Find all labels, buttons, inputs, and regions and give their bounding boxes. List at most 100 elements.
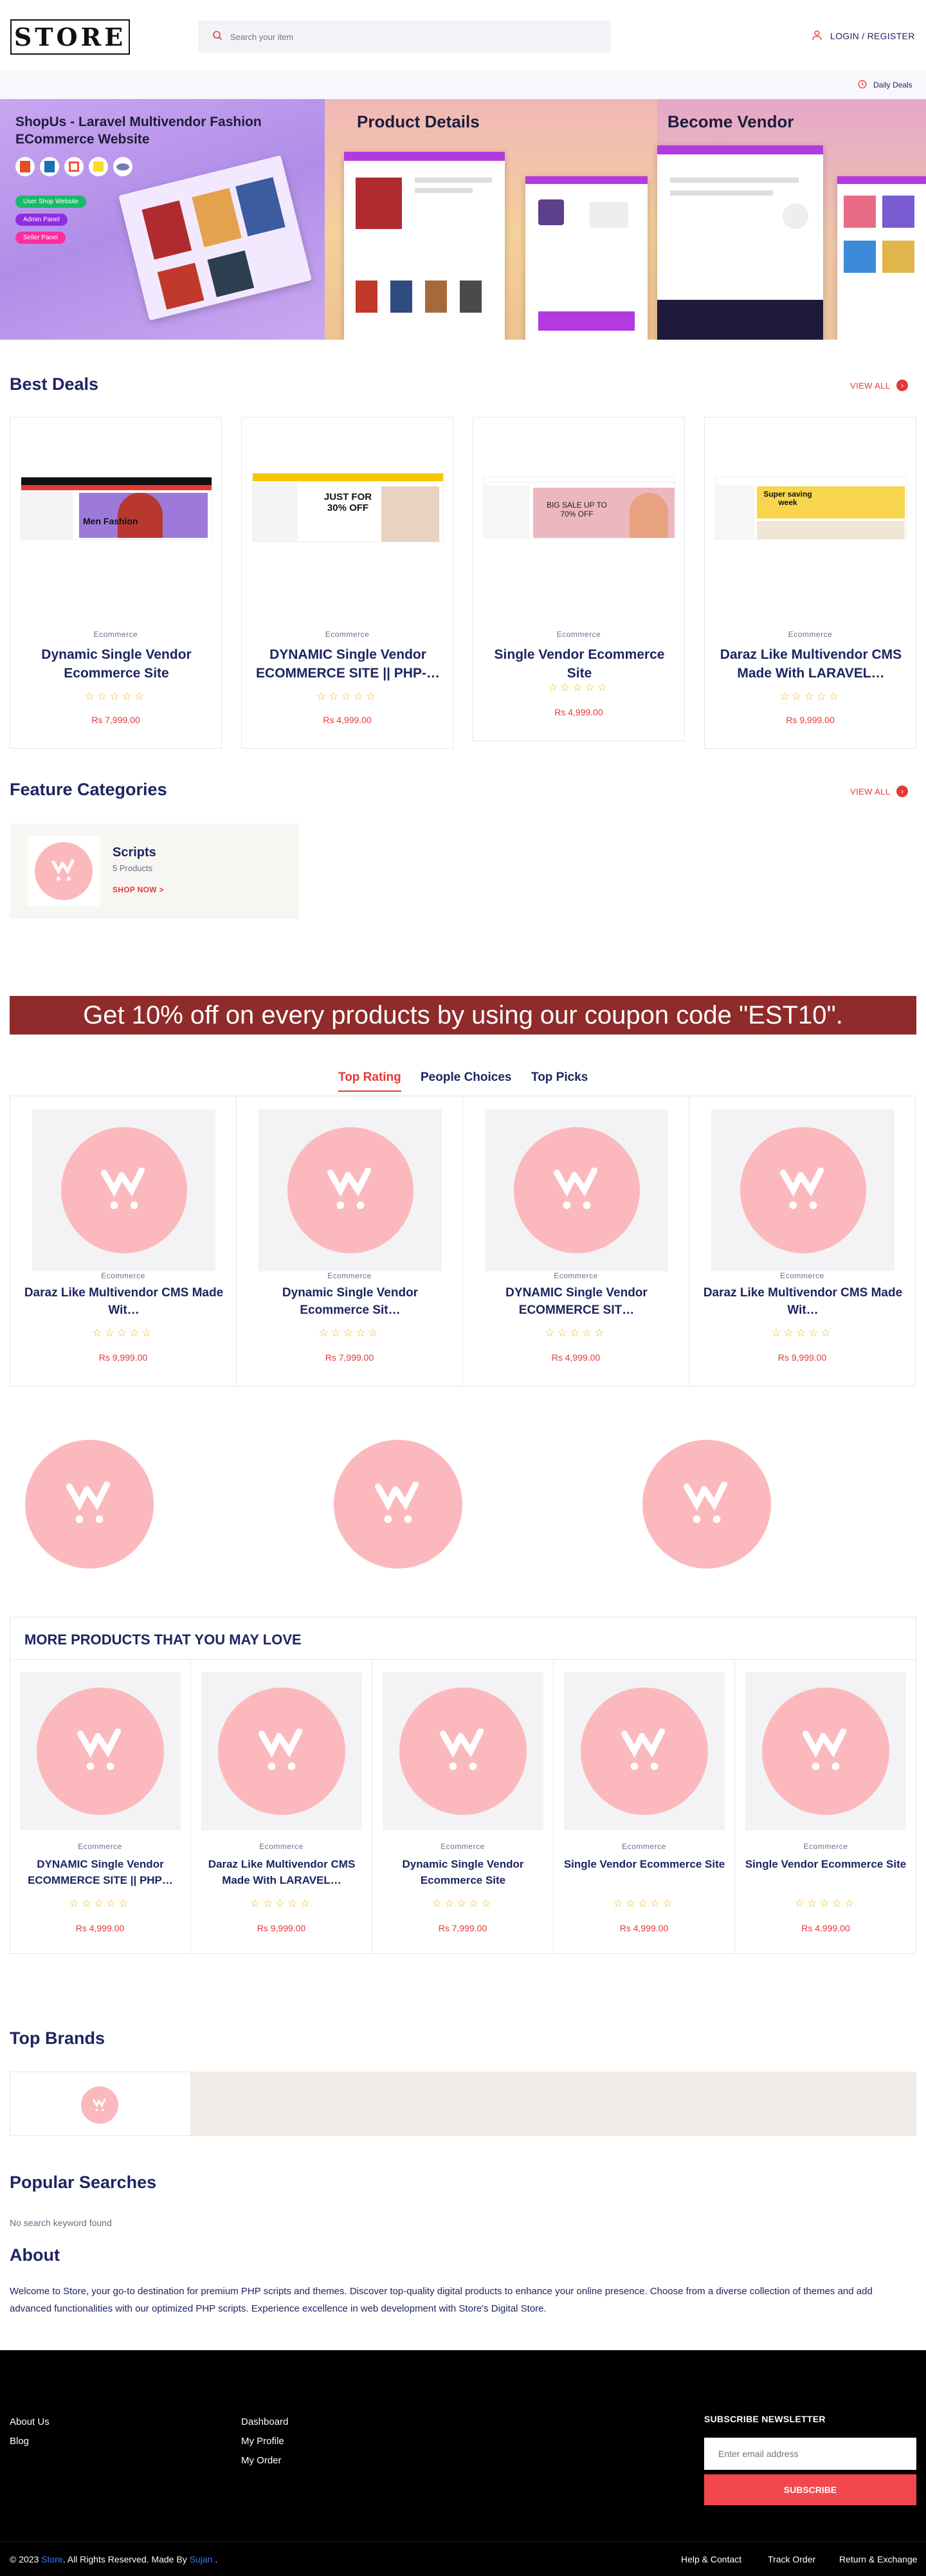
tab-people-choices[interactable]: People Choices <box>421 1071 512 1085</box>
product-price: Rs 7,999.00 <box>91 715 140 725</box>
footer-link-dashboard[interactable]: Dashboard <box>241 2416 288 2427</box>
product-category: Ecommerce <box>780 1271 824 1280</box>
promo-placeholder-icon[interactable] <box>642 1440 771 1569</box>
footer-divider <box>0 2541 926 2542</box>
logo-placeholder-icon <box>513 1127 640 1253</box>
deal-card[interactable]: Men Fashion Ecommerce Dynamic Single Ven… <box>10 417 222 749</box>
category-name[interactable]: Scripts <box>113 845 156 860</box>
copyright-prefix: © 2023 <box>10 2554 42 2564</box>
footer-link-blog[interactable]: Blog <box>10 2436 29 2447</box>
product-category: Ecommerce <box>259 1842 304 1851</box>
deal-card[interactable]: BIG SALE UP TO 70% OFF Ecommerce Single … <box>473 417 685 741</box>
product-title[interactable]: Daraz Like Multivendor CMS Made With LAR… <box>200 1856 363 1888</box>
rating-stars: ☆☆☆☆☆ <box>779 690 842 703</box>
product-title[interactable]: Daraz Like Multivendor CMS Made Wit… <box>23 1284 224 1319</box>
product-title[interactable]: DYNAMIC Single Vendor ECOMMERCE SIT… <box>476 1284 677 1319</box>
footer-link-help-contact[interactable]: Help & Contact <box>681 2554 741 2564</box>
product-card[interactable]: Ecommerce DYNAMIC Single Vendor ECOMMERC… <box>462 1096 689 1386</box>
promo-placeholder-icon[interactable] <box>334 1440 462 1569</box>
product-card[interactable]: Ecommerce Dynamic Single Vendor Ecommerc… <box>236 1096 463 1386</box>
thumb-caption: JUST FOR 30% OFF <box>323 492 372 513</box>
product-title[interactable]: Single Vendor Ecommerce Site <box>563 1856 726 1872</box>
promo-placeholder-icon[interactable] <box>25 1440 154 1569</box>
css3-icon <box>40 157 59 176</box>
popular-searches-empty: No search keyword found <box>10 2218 112 2228</box>
rating-stars: ☆☆☆☆☆ <box>318 1327 381 1339</box>
login-register-link[interactable]: LOGIN / REGISTER <box>812 27 915 45</box>
shop-now-link[interactable]: SHOP NOW > <box>113 885 164 894</box>
feature-categories-view-all[interactable]: VIEW ALL › <box>850 786 909 797</box>
product-card[interactable]: Ecommerce Daraz Like Multivendor CMS Mad… <box>10 1096 237 1386</box>
product-category: Ecommerce <box>440 1842 485 1851</box>
product-price: Rs 7,999.00 <box>325 1352 374 1363</box>
product-title[interactable]: Dynamic Single Vendor Ecommerce Site <box>381 1856 545 1888</box>
best-deals-title: Best Deals <box>10 374 99 394</box>
product-title[interactable]: Daraz Like Multivendor CMS Made Wit… <box>702 1284 903 1319</box>
product-card[interactable]: Ecommerce Daraz Like Multivendor CMS Mad… <box>191 1661 372 1954</box>
daily-deals-link[interactable]: Daily Deals <box>858 77 912 93</box>
copyright-mid: . All Rights Reserved. Made By <box>62 2554 190 2564</box>
deals-bar <box>0 71 926 99</box>
product-price: Rs 4,999.00 <box>619 1923 669 1933</box>
best-deals-view-all[interactable]: VIEW ALL › <box>850 380 909 391</box>
coupon-banner: Get 10% off on every products by using o… <box>10 996 916 1035</box>
product-image <box>201 1672 362 1830</box>
product-card[interactable]: Ecommerce DYNAMIC Single Vendor ECOMMERC… <box>10 1661 191 1954</box>
product-image <box>259 1109 442 1271</box>
more-products-title: MORE PRODUCTS THAT YOU MAY LOVE <box>24 1632 302 1648</box>
product-card[interactable]: Ecommerce Dynamic Single Vendor Ecommerc… <box>372 1661 554 1954</box>
footer-link-return-exchange[interactable]: Return & Exchange <box>839 2554 917 2564</box>
site-logo[interactable]: STORE <box>10 19 130 55</box>
banner-panel-title: Become Vendor <box>667 112 794 131</box>
subscribe-button[interactable]: SUBSCRIBE <box>704 2474 916 2505</box>
rating-stars: ☆☆☆☆☆ <box>250 1897 313 1909</box>
logo-placeholder-icon <box>35 842 93 900</box>
category-thumbnail <box>28 836 100 906</box>
tab-top-rating[interactable]: Top Rating <box>338 1071 401 1085</box>
banner-page-mockup-2 <box>525 176 648 340</box>
footer-link-my-profile[interactable]: My Profile <box>241 2436 284 2447</box>
banner-panel-become-vendor: Become Vendor <box>657 99 926 340</box>
product-title[interactable]: Daraz Like Multivendor CMS Made With LAR… <box>718 645 904 683</box>
product-card[interactable]: Ecommerce Single Vendor Ecommerce Site ☆… <box>735 1661 916 1954</box>
product-thumbnail: Men Fashion <box>21 477 212 540</box>
product-card[interactable]: Ecommerce Single Vendor Ecommerce Site ☆… <box>554 1661 735 1954</box>
hero-banner[interactable]: ShopUs - Laravel Multivendor Fashion ECo… <box>0 99 926 340</box>
laravel-icon <box>64 157 84 176</box>
copyright-author-link[interactable]: Sujan <box>190 2554 213 2564</box>
banner-page-mockup-2 <box>837 176 926 340</box>
product-price: Rs 9,999.00 <box>98 1352 148 1363</box>
product-title[interactable]: DYNAMIC Single Vendor ECOMMERCE SITE || … <box>255 645 441 683</box>
product-category: Ecommerce <box>101 1271 145 1280</box>
rating-stars: ☆☆☆☆☆ <box>84 690 147 703</box>
deal-card[interactable]: Super saving week Ecommerce Daraz Like M… <box>704 417 916 749</box>
about-text: Welcome to Store, your go-to destination… <box>10 2286 873 2314</box>
product-title[interactable]: Dynamic Single Vendor Ecommerce Site <box>23 645 210 683</box>
product-title[interactable]: Dynamic Single Vendor Ecommerce Sit… <box>250 1284 451 1319</box>
arrow-right-icon: › <box>896 786 909 797</box>
product-card[interactable]: Ecommerce Daraz Like Multivendor CMS Mad… <box>689 1096 916 1386</box>
footer-link-track-order[interactable]: Track Order <box>768 2554 815 2564</box>
deal-card[interactable]: JUST FOR 30% OFF Ecommerce DYNAMIC Singl… <box>241 417 453 749</box>
product-title[interactable]: DYNAMIC Single Vendor ECOMMERCE SITE || … <box>19 1856 182 1888</box>
footer-link-my-order[interactable]: My Order <box>241 2455 282 2466</box>
product-image <box>564 1672 725 1830</box>
newsletter-email-input[interactable] <box>704 2438 916 2470</box>
search-input[interactable] <box>230 32 577 42</box>
logo-placeholder-icon <box>37 1688 164 1815</box>
search-bar[interactable] <box>198 21 611 53</box>
copyright-brand-link[interactable]: Store <box>41 2554 62 2564</box>
view-all-label: VIEW ALL <box>850 786 891 796</box>
brand-logo-icon <box>81 2086 118 2124</box>
brand-item[interactable] <box>10 2072 191 2136</box>
html5-icon <box>15 157 35 176</box>
banner-panel-shopus: ShopUs - Laravel Multivendor Fashion ECo… <box>0 99 325 340</box>
banner-page-mockup <box>344 152 505 340</box>
thumb-caption: Men Fashion <box>83 516 138 526</box>
product-title[interactable]: Single Vendor Ecommerce Site <box>486 645 673 683</box>
banner-panel-title: Product Details <box>357 112 480 131</box>
footer-link-about-us[interactable]: About Us <box>10 2416 50 2427</box>
product-title[interactable]: Single Vendor Ecommerce Site <box>744 1856 907 1872</box>
tab-top-picks[interactable]: Top Picks <box>531 1071 588 1085</box>
category-card[interactable]: Scripts 5 Products SHOP NOW > <box>10 823 299 919</box>
